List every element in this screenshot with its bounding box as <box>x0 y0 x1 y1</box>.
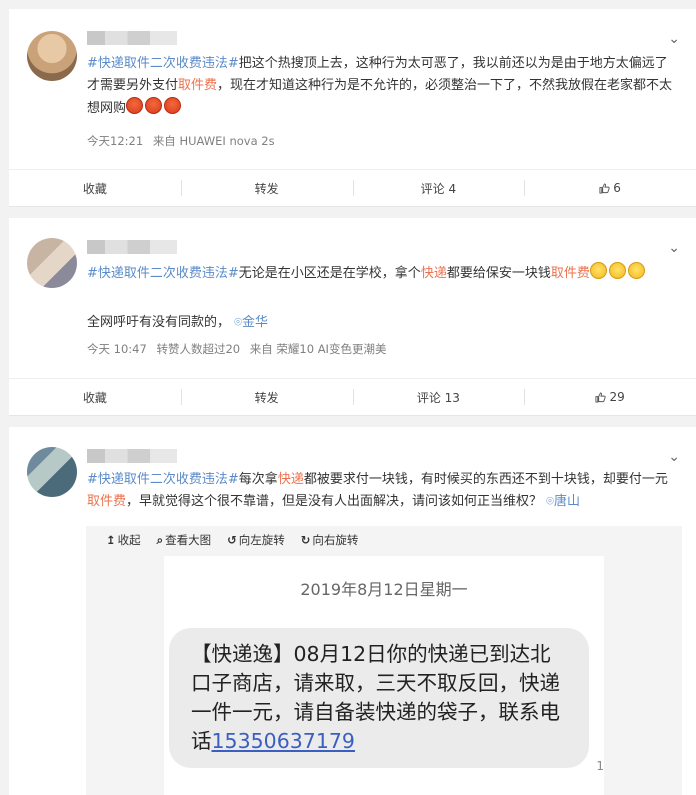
sms-bubble: 【快递逸】08月12日你的快递已到达北口子商店，请来取，三天不取反回，快递一件一… <box>169 628 589 768</box>
location-link[interactable]: ⌾金华 <box>234 315 268 330</box>
like-button[interactable]: 6 <box>524 170 696 206</box>
hashtag-link[interactable]: #快递取件二次收费违法# <box>87 472 239 487</box>
keyword-link[interactable]: 取件费 <box>178 78 217 93</box>
post-text: #快递取件二次收费违法#把这个热搜顶上去，这种行为太可恶了，我以前还以为是由于地… <box>87 53 674 120</box>
avatar[interactable] <box>27 31 77 81</box>
sms-body: 【快递逸】08月12日你的快递已到达北口子商店，请来取，三天不取反回，快递一件一… <box>191 640 571 756</box>
post-text-segment: 都被要求付一块钱，有时候买的东西还不到十块钱，却要付一元 <box>303 472 668 487</box>
post-source: 来自 HUAWEI nova 2s <box>152 134 275 148</box>
sms-corner-mark: 1 <box>596 759 604 773</box>
like-count: 29 <box>609 390 625 404</box>
sms-screenshot[interactable]: 2019年8月12日星期一 【快递逸】08月12日你的快递已到达北口子商店，请来… <box>164 556 604 795</box>
angry-emoji-icon <box>126 97 144 114</box>
post-meta: 今天12:21 来自 HUAWEI nova 2s <box>87 133 281 149</box>
username[interactable] <box>87 240 177 254</box>
rotate-left-button[interactable]: ↺ 向左旋转 <box>227 532 285 548</box>
location-link[interactable]: ⌾唐山 <box>542 494 580 509</box>
rotate-left-icon: ↺ <box>227 533 237 547</box>
hashtag-link[interactable]: #快递取件二次收费违法# <box>87 266 239 281</box>
comment-label: 评论 13 <box>416 390 460 405</box>
forward-label: 转发 <box>254 390 279 405</box>
post-card: ⌄ #快递取件二次收费违法#把这个热搜顶上去，这种行为太可恶了，我以前还以为是由… <box>9 9 696 207</box>
view-large-button[interactable]: ⌕ 查看大图 <box>157 532 211 548</box>
view-large-label: 查看大图 <box>165 533 212 547</box>
chevron-down-icon[interactable]: ⌄ <box>668 240 680 256</box>
collect-label: 收藏 <box>82 181 107 196</box>
post-card: ⌄ #快递取件二次收费违法#无论是在小区还是在学校，拿个快递都要给保安一块钱取件… <box>9 218 696 416</box>
post-time[interactable]: 今天12:21 <box>87 134 143 148</box>
post-time[interactable]: 今天 10:47 <box>87 342 147 356</box>
post-meta: 今天 10:47 转赞人数超过20 来自 荣耀10 AI变色更潮美 <box>87 341 392 357</box>
collapse-label: 收起 <box>117 533 141 547</box>
hashtag-link[interactable]: #快递取件二次收费违法# <box>87 56 239 71</box>
post-text-line: 全网呼吁有没有同款的， ⌾金华 <box>87 312 674 334</box>
action-bar: 收藏 转发 评论 4 6 <box>9 169 696 206</box>
angry-emoji-icon <box>164 97 182 114</box>
image-toolbar: ↥ 收起 ⌕ 查看大图 ↺ 向左旋转 ↻ 向右旋转 <box>106 532 358 548</box>
action-bar: 收藏 转发 评论 13 29 <box>9 378 696 415</box>
thumbs-up-icon <box>595 391 607 403</box>
post-source: 来自 荣耀10 AI变色更潮美 <box>249 342 387 356</box>
post-text-segment: 无论是在小区还是在学校，拿个 <box>238 266 421 281</box>
keyword-link[interactable]: 快递 <box>421 266 447 281</box>
rotate-left-label: 向左旋转 <box>238 533 285 547</box>
location-pin-icon: ⌾ <box>542 494 554 509</box>
collect-button[interactable]: 收藏 <box>9 170 181 206</box>
keyword-link[interactable]: 取件费 <box>551 266 590 281</box>
collapse-icon: ↥ <box>106 533 116 547</box>
like-count: 6 <box>613 181 621 195</box>
post-text: #快递取件二次收费违法#每次拿快递都被要求付一块钱，有时候买的东西还不到十块钱，… <box>87 469 674 513</box>
like-button[interactable]: 29 <box>524 379 696 415</box>
laughing-emoji-icon <box>608 262 626 279</box>
forward-button[interactable]: 转发 <box>180 379 353 415</box>
forward-button[interactable]: 转发 <box>180 170 353 206</box>
laughing-emoji-icon <box>627 262 645 279</box>
location-label: 金华 <box>241 315 268 330</box>
post-text-segment: 每次拿 <box>238 472 278 487</box>
collect-button[interactable]: 收藏 <box>9 379 181 415</box>
comment-label: 评论 4 <box>420 181 457 196</box>
avatar[interactable] <box>27 238 77 288</box>
location-pin-icon: ⌾ <box>234 315 242 330</box>
keyword-link[interactable]: 快递 <box>278 472 304 487</box>
forward-label: 转发 <box>254 181 279 196</box>
comment-button[interactable]: 评论 13 <box>352 379 525 415</box>
rotate-right-label: 向右旋转 <box>312 533 359 547</box>
location-label: 唐山 <box>553 494 580 509</box>
chevron-down-icon[interactable]: ⌄ <box>668 449 680 465</box>
rotate-right-button[interactable]: ↻ 向右旋转 <box>301 532 359 548</box>
avatar[interactable] <box>27 447 77 497</box>
post-text: #快递取件二次收费违法#无论是在小区还是在学校，拿个快递都要给保安一块钱取件费 <box>87 262 674 285</box>
sms-phone-link[interactable]: 15350637179 <box>212 729 355 753</box>
sms-date: 2019年8月12日星期一 <box>300 580 468 599</box>
image-viewer: ↥ 收起 ⌕ 查看大图 ↺ 向左旋转 ↻ 向右旋转 2019年8月12日星期一 【快递逸… <box>86 526 682 795</box>
zoom-icon: ⌕ <box>156 533 164 547</box>
chevron-down-icon[interactable]: ⌄ <box>668 31 680 47</box>
post-text-extra: 全网呼吁有没有同款的， <box>87 315 231 330</box>
thumbs-up-icon <box>599 182 610 194</box>
laughing-emoji-icon <box>589 262 607 279</box>
username[interactable] <box>87 449 177 463</box>
keyword-link[interactable]: 取件费 <box>87 494 126 509</box>
forward-count: 转赞人数超过20 <box>156 342 241 356</box>
rotate-right-icon: ↻ <box>300 533 311 547</box>
post-text-segment: ，早就觉得这个很不靠谱，但是没有人出面解决，请问该如何正当维权？ <box>126 494 543 509</box>
post-text-segment: 都要给保安一块钱 <box>446 266 551 281</box>
collect-label: 收藏 <box>82 390 107 405</box>
collapse-button[interactable]: ↥ 收起 <box>106 532 141 548</box>
username[interactable] <box>87 31 177 45</box>
comment-button[interactable]: 评论 4 <box>352 170 525 206</box>
angry-emoji-icon <box>145 97 163 114</box>
